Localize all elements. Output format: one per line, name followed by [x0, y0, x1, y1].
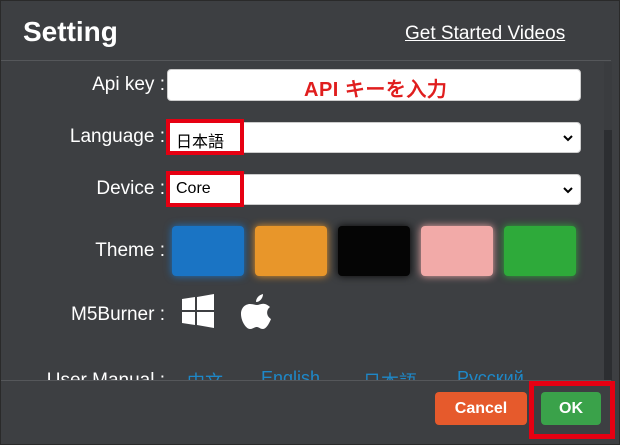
- scrollbar-thumb[interactable]: [604, 130, 612, 380]
- theme-swatch-black[interactable]: [338, 226, 410, 276]
- theme-swatch-blue[interactable]: [172, 226, 244, 276]
- manual-link-japanese[interactable]: 日本語: [363, 368, 417, 380]
- windows-icon[interactable]: [181, 294, 215, 328]
- api-key-annotation: API キーを入力: [304, 79, 448, 101]
- apple-icon[interactable]: [241, 294, 273, 330]
- user-manual-label: User Manual :: [5, 370, 165, 380]
- settings-dialog: Setting Get Started Videos Api key : API…: [0, 0, 620, 445]
- device-highlight-box: [166, 171, 244, 207]
- theme-swatch-pink[interactable]: [421, 226, 493, 276]
- chevron-down-icon: [563, 187, 573, 194]
- dialog-scrollbar[interactable]: [604, 62, 612, 380]
- api-key-label: Api key :: [92, 74, 165, 95]
- chevron-down-icon: [563, 135, 573, 142]
- m5burner-label: M5Burner :: [71, 304, 165, 325]
- theme-label: Theme :: [95, 240, 165, 261]
- dialog-header: Setting Get Started Videos: [1, 1, 611, 61]
- theme-swatch-orange[interactable]: [255, 226, 327, 276]
- dialog-title: Setting: [23, 16, 118, 47]
- manual-link-chinese[interactable]: 中文: [187, 368, 223, 380]
- theme-swatch-green[interactable]: [504, 226, 576, 276]
- api-key-input[interactable]: API キーを入力: [167, 69, 581, 101]
- manual-link-russian[interactable]: Русский: [457, 368, 524, 380]
- device-label: Device :: [96, 178, 165, 199]
- dialog-footer: Cancel OK: [1, 380, 615, 440]
- ok-highlight-box: [529, 381, 615, 439]
- get-started-videos-link[interactable]: Get Started Videos: [405, 23, 565, 45]
- language-highlight-box: [166, 119, 244, 155]
- manual-link-english[interactable]: English: [261, 368, 320, 380]
- language-label: Language :: [69, 126, 165, 147]
- cancel-button[interactable]: Cancel: [435, 392, 527, 425]
- dialog-body: Api key : API キーを入力 Language : 日本語 Devic…: [1, 62, 607, 380]
